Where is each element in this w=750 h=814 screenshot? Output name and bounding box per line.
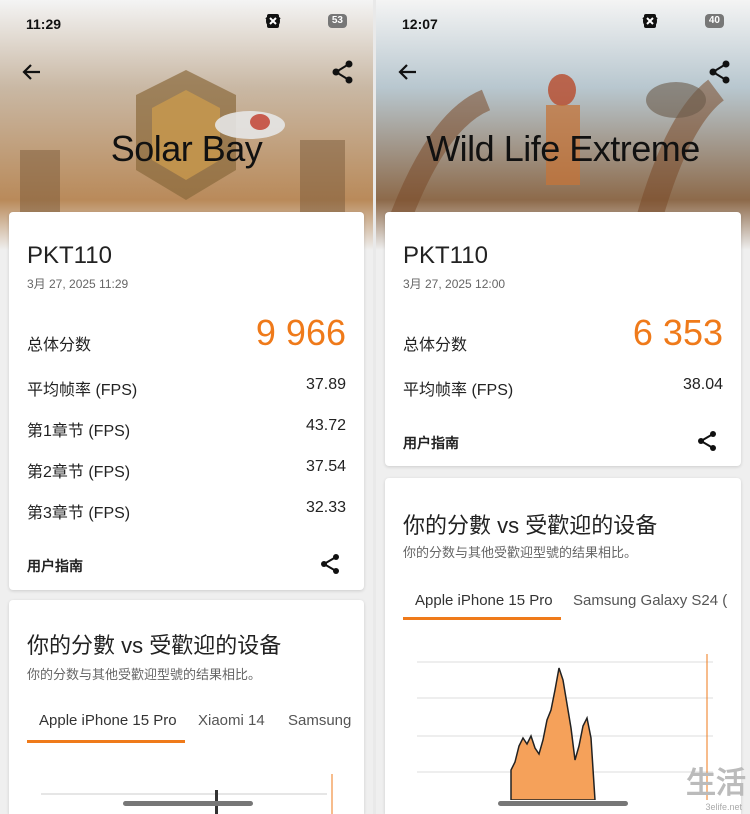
- stat-value: 37.89: [305, 376, 346, 393]
- total-score: 9 966: [255, 312, 346, 353]
- stat-label: 第1章节 (FPS): [27, 423, 131, 440]
- share-icon: [321, 554, 339, 574]
- device-tabs: Apple iPhone 15 Pro Samsung Galaxy S24 (: [403, 592, 741, 632]
- stat-row: 平均帧率 (FPS) 38.04: [403, 376, 723, 400]
- right-screen: 12:07 40 Wild Life Extreme PKT110 3月 27,…: [376, 0, 750, 814]
- back-button[interactable]: [18, 58, 46, 86]
- guide-share-button[interactable]: [695, 429, 719, 453]
- home-indicator[interactable]: [123, 801, 253, 806]
- stat-label: 平均帧率 (FPS): [27, 382, 138, 399]
- back-button[interactable]: [394, 58, 422, 86]
- status-time: 11:29: [26, 16, 62, 32]
- tab-apple-iphone-15-pro[interactable]: Apple iPhone 15 Pro: [415, 592, 553, 609]
- comparison-subtitle: 你的分数与其他受歡迎型號的结果相比。: [27, 667, 262, 682]
- device-name: PKT110: [27, 242, 112, 269]
- arrow-left-icon: [398, 64, 416, 80]
- user-guide-link[interactable]: 用户指南: [403, 433, 459, 453]
- device-tabs: Apple iPhone 15 Pro Xiaomi 14 Samsung: [27, 712, 364, 752]
- stat-row: 第1章节 (FPS) 43.72: [27, 417, 346, 441]
- stat-label: 平均帧率 (FPS): [403, 382, 514, 399]
- watermark-logo-text: 生活: [686, 767, 746, 800]
- result-card: PKT110 3月 27, 2025 11:29 总体分数 9 966 平均帧率…: [9, 212, 364, 590]
- device-name: PKT110: [403, 242, 488, 269]
- test-date: 3月 27, 2025 12:00: [403, 277, 506, 291]
- battery-indicator: 53: [327, 14, 347, 28]
- total-score: 6 353: [632, 312, 723, 353]
- no-sim-icon: [643, 13, 700, 29]
- tab-xiaomi-14[interactable]: Xiaomi 14: [198, 712, 265, 729]
- no-sim-icon: [266, 13, 323, 29]
- status-time: 12:07: [402, 16, 438, 32]
- share-button[interactable]: [329, 58, 357, 86]
- stat-label: 第2章节 (FPS): [27, 464, 131, 481]
- comparison-subtitle: 你的分数与其他受歡迎型號的结果相比。: [403, 545, 638, 560]
- share-icon: [709, 60, 730, 84]
- site-watermark: 生活 3elife.net: [640, 762, 750, 814]
- score-label: 总体分数: [27, 337, 92, 354]
- arrow-left-icon: [22, 64, 40, 80]
- status-bar: 12:07 40: [376, 10, 750, 34]
- share-icon: [332, 60, 353, 84]
- wifi-icon: [265, 13, 302, 29]
- user-guide-link[interactable]: 用户指南: [27, 556, 83, 576]
- stat-row: 第3章节 (FPS) 32.33: [27, 499, 346, 523]
- battery-indicator: 40: [704, 14, 724, 28]
- stat-row: 第2章节 (FPS) 37.54: [27, 458, 346, 482]
- comparison-title: 你的分數 vs 受歡迎的设备: [27, 633, 282, 658]
- score-label: 总体分数: [403, 337, 468, 354]
- left-screen: 11:29 53 Solar Bay PKT110 3月 27, 2025 11…: [0, 0, 373, 814]
- guide-share-button[interactable]: [318, 552, 342, 576]
- stat-value: 43.72: [305, 417, 346, 434]
- histogram-area: [510, 667, 596, 800]
- status-bar: 11:29 53: [0, 10, 373, 34]
- tab-samsung-galaxy-s24[interactable]: Samsung Galaxy S24 (: [573, 592, 727, 609]
- benchmark-title: Wild Life Extreme: [426, 128, 700, 169]
- benchmark-title: Solar Bay: [110, 128, 263, 169]
- share-button[interactable]: [706, 58, 734, 86]
- home-indicator[interactable]: [498, 801, 628, 806]
- tab-samsung[interactable]: Samsung: [288, 712, 351, 729]
- result-card: PKT110 3月 27, 2025 12:00 总体分数 6 353 平均帧率…: [385, 212, 741, 466]
- share-icon: [698, 431, 716, 451]
- stat-value: 32.33: [305, 499, 346, 516]
- wifi-icon: [642, 13, 679, 29]
- stat-label: 第3章节 (FPS): [27, 505, 131, 522]
- test-date: 3月 27, 2025 11:29: [27, 277, 129, 291]
- stat-row: 平均帧率 (FPS) 37.89: [27, 376, 346, 400]
- comparison-title: 你的分數 vs 受歡迎的设备: [403, 513, 658, 538]
- watermark-url: 3elife.net: [705, 802, 742, 812]
- active-tab-indicator: [27, 740, 185, 743]
- active-tab-indicator: [403, 617, 561, 620]
- stat-value: 38.04: [682, 376, 723, 393]
- score-distribution-chart: [41, 774, 333, 814]
- stat-value: 37.54: [305, 458, 346, 475]
- comparison-card: 你的分數 vs 受歡迎的设备 你的分数与其他受歡迎型號的结果相比。 Apple …: [9, 600, 364, 814]
- tab-apple-iphone-15-pro[interactable]: Apple iPhone 15 Pro: [39, 712, 177, 729]
